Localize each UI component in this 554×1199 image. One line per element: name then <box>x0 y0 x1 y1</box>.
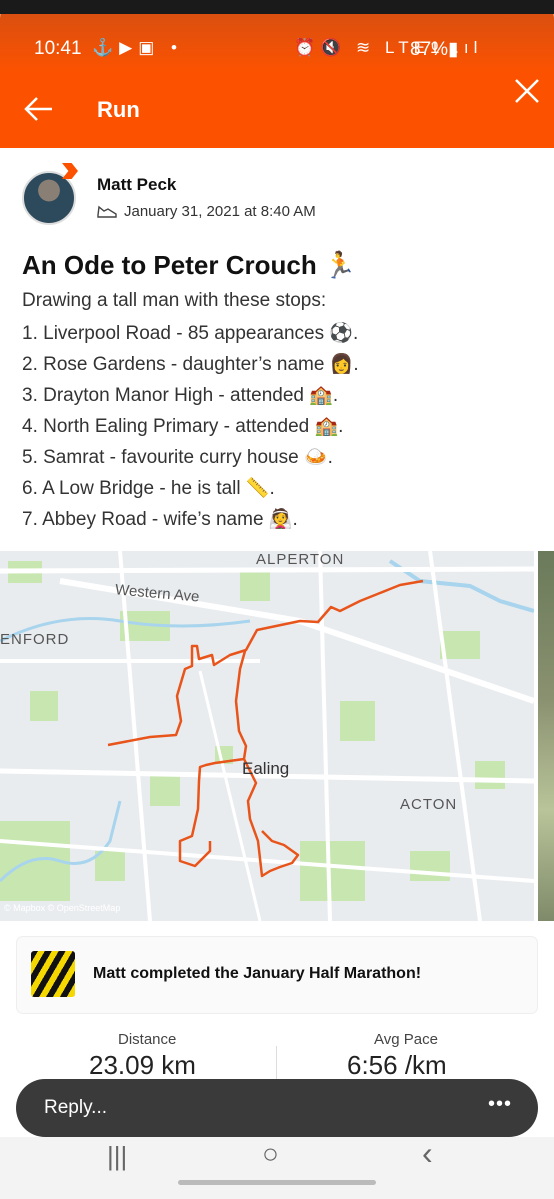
description-line: 7. Abbey Road - wife’s name 👰. <box>22 509 298 530</box>
notification-icons: ⚓▶▣ • <box>92 38 183 57</box>
distance-value: 23.09 km <box>89 1050 196 1080</box>
avatar[interactable] <box>22 171 76 225</box>
description-line: 5. Samrat - favourite curry house 🍛. <box>22 447 333 468</box>
route-map[interactable]: ALPERTON Western Ave ENFORD Ealing ACTON… <box>0 551 534 921</box>
map-label-acton: ACTON <box>400 796 458 813</box>
map-label-perivale: ENFORD <box>0 631 70 648</box>
more-options-icon[interactable]: ••• <box>488 1093 512 1116</box>
map-label-ealing: Ealing <box>242 759 290 778</box>
shoe-icon <box>97 205 117 218</box>
subscriber-badge-icon <box>62 163 78 179</box>
app-bar: Run <box>0 72 554 148</box>
battery-level: 87%▮ <box>410 39 459 60</box>
recents-button[interactable]: ||| <box>107 1141 127 1172</box>
reply-input[interactable]: Reply... ••• <box>16 1079 538 1137</box>
page-title: Run <box>97 97 140 122</box>
system-nav-bar: ||| ○ ‹ <box>0 1135 554 1199</box>
athlete-name[interactable]: Matt Peck <box>97 175 176 195</box>
reply-placeholder: Reply... <box>44 1097 108 1118</box>
back-button[interactable]: ‹ <box>422 1135 433 1172</box>
description-line: 4. North Ealing Primary - attended 🏫. <box>22 416 344 437</box>
status-bar: 10:41 ⚓▶▣ • ⏰🔇 ≋ LTE1 .ıl 87%▮ <box>0 0 554 72</box>
status-top-edge <box>0 0 554 14</box>
next-photo-preview[interactable] <box>538 551 554 921</box>
status-time: 10:41 <box>34 38 82 59</box>
description-line: Drawing a tall man with these stops: <box>22 290 327 311</box>
challenge-badge-icon <box>31 951 75 997</box>
back-arrow-icon[interactable] <box>22 92 56 131</box>
post-date: January 31, 2021 at 8:40 AM <box>124 203 316 220</box>
map-label-alperton: ALPERTON <box>256 551 345 568</box>
distance-label: Distance <box>118 1031 177 1048</box>
description-line: 3. Drayton Manor High - attended 🏫. <box>22 385 339 406</box>
description-line: 2. Rose Gardens - daughter’s name 👩. <box>22 354 359 375</box>
challenge-text: Matt completed the January Half Marathon… <box>93 965 422 982</box>
map-attribution[interactable]: © Mapbox © OpenStreetMap <box>4 903 120 913</box>
challenge-card[interactable]: Matt completed the January Half Marathon… <box>17 937 537 1013</box>
home-button[interactable]: ○ <box>262 1138 279 1170</box>
pace-value: 6:56 /km <box>347 1050 447 1080</box>
pace-label: Avg Pace <box>374 1031 438 1048</box>
description-line: 6. A Low Bridge - he is tall 📏. <box>22 478 275 499</box>
activity-title: An Ode to Peter Crouch 🏃 <box>22 250 357 280</box>
description-line: 1. Liverpool Road - 85 appearances ⚽. <box>22 323 359 344</box>
home-indicator <box>178 1180 376 1185</box>
close-icon[interactable] <box>512 76 542 112</box>
stat-divider <box>276 1046 277 1080</box>
